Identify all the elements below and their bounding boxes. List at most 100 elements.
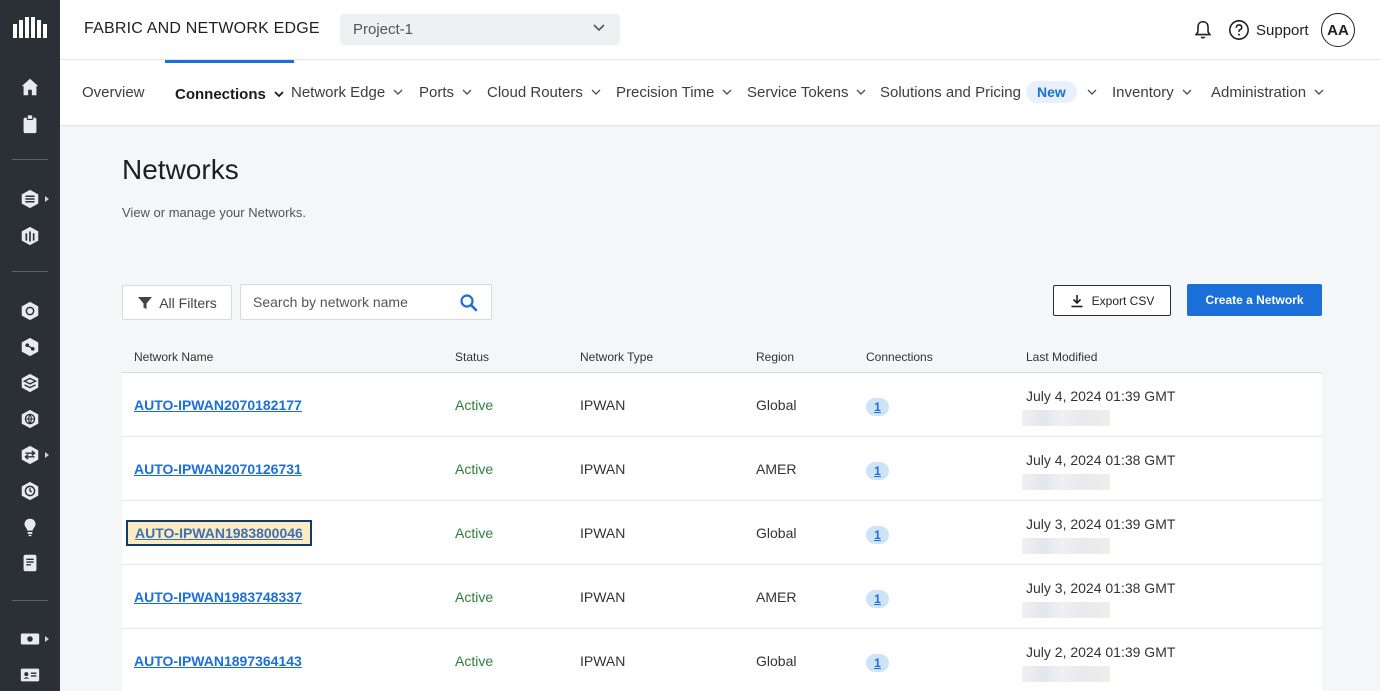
chevron-down-icon <box>722 89 732 95</box>
support-link[interactable]: Support <box>1228 18 1309 42</box>
search-input[interactable] <box>241 285 451 319</box>
region-text: Global <box>756 525 797 541</box>
nav-precision-time[interactable]: Precision Time <box>616 60 732 125</box>
region-text: Global <box>756 397 797 413</box>
table-row: AUTO-IPWAN1983800046 Active IPWAN Global… <box>122 501 1322 565</box>
page-title: Networks <box>122 154 239 185</box>
chevron-down-icon <box>591 89 601 95</box>
chevron-down-icon <box>274 90 284 97</box>
create-network-button[interactable]: Create a Network <box>1187 284 1322 316</box>
all-filters-label: All Filters <box>159 294 217 311</box>
connections-count-link[interactable]: 1 <box>866 462 889 480</box>
table-row: AUTO-IPWAN1983748337 Active IPWAN AMER 1… <box>122 565 1322 629</box>
export-csv-button[interactable]: Export CSV <box>1053 285 1171 316</box>
nav-administration-label: Administration <box>1211 84 1307 101</box>
column-header-connections[interactable]: Connections <box>866 350 933 364</box>
equinix-logo-icon[interactable] <box>12 16 48 42</box>
app-title: FABRIC AND NETWORK EDGE <box>84 20 320 37</box>
support-label: Support <box>1256 21 1309 39</box>
clock-icon[interactable] <box>18 479 42 503</box>
nav-inventory[interactable]: Inventory <box>1112 60 1192 125</box>
page-subtitle: View or manage your Networks. <box>122 205 307 220</box>
new-badge: New <box>1026 81 1077 103</box>
clipboard-icon[interactable] <box>18 112 42 136</box>
nav-solutions-pricing-label: Solutions and Pricing <box>880 84 1021 101</box>
project-selector[interactable]: Project-1 <box>340 14 620 45</box>
nav-precision-time-label: Precision Time <box>616 84 715 101</box>
network-type-text: IPWAN <box>580 525 626 541</box>
column-header-network-name[interactable]: Network Name <box>134 350 213 364</box>
last-modified-text: July 2, 2024 01:39 GMT <box>1026 644 1176 660</box>
network-edge-icon[interactable] <box>18 335 42 359</box>
table-header: Network Name Status Network Type Region … <box>122 341 1322 373</box>
redacted-user <box>1022 666 1110 682</box>
network-name-link[interactable]: AUTO-IPWAN1983748337 <box>134 589 302 605</box>
network-name-link[interactable]: AUTO-IPWAN2070126731 <box>134 461 302 477</box>
network-type-text: IPWAN <box>580 589 626 605</box>
region-text: AMER <box>756 461 797 477</box>
nav-ports[interactable]: Ports <box>419 60 472 125</box>
bell-icon[interactable] <box>1192 19 1214 41</box>
redacted-user <box>1022 602 1110 618</box>
redacted-user <box>1022 474 1110 490</box>
table-row: AUTO-IPWAN2070182177 Active IPWAN Global… <box>122 373 1322 437</box>
nav-cloud-routers[interactable]: Cloud Routers <box>487 60 601 125</box>
column-header-last-modified[interactable]: Last Modified <box>1026 350 1097 364</box>
last-modified-text: July 4, 2024 01:39 GMT <box>1026 388 1176 404</box>
stack-icon[interactable] <box>18 371 42 395</box>
metal-icon[interactable] <box>18 224 42 248</box>
nav-network-edge-label: Network Edge <box>291 84 386 101</box>
chevron-down-icon <box>462 89 472 95</box>
connections-count-link[interactable]: 1 <box>866 654 889 672</box>
nav-overview-label: Overview <box>82 84 145 101</box>
network-name-link[interactable]: AUTO-IPWAN1897364143 <box>134 653 302 669</box>
contact-card-icon[interactable] <box>18 663 42 687</box>
home-icon[interactable] <box>18 75 42 99</box>
network-name-link[interactable]: AUTO-IPWAN1983800046 <box>126 520 312 546</box>
search-box <box>240 284 492 320</box>
redacted-user <box>1022 538 1110 554</box>
column-header-status[interactable]: Status <box>455 350 489 364</box>
fabric-icon[interactable] <box>18 299 42 323</box>
search-icon[interactable] <box>459 293 479 313</box>
column-header-network-type[interactable]: Network Type <box>580 350 653 364</box>
nav-solutions-pricing[interactable]: Solutions and Pricing <box>880 60 1021 125</box>
layers-icon[interactable] <box>18 187 42 211</box>
book-icon[interactable] <box>18 551 42 575</box>
last-modified-text: July 4, 2024 01:38 GMT <box>1026 452 1176 468</box>
export-csv-label: Export CSV <box>1091 293 1155 308</box>
connections-count-link[interactable]: 1 <box>866 526 889 544</box>
network-name-link[interactable]: AUTO-IPWAN2070182177 <box>134 397 302 413</box>
all-filters-button[interactable]: All Filters <box>122 285 232 320</box>
nav-ports-label: Ports <box>419 84 455 101</box>
globe-icon[interactable] <box>18 407 42 431</box>
top-bar: FABRIC AND NETWORK EDGE Project-1 Suppor… <box>60 0 1380 60</box>
chevron-down-icon <box>1314 89 1324 95</box>
networks-table: Network Name Status Network Type Region … <box>122 341 1322 691</box>
avatar[interactable]: AA <box>1321 13 1355 47</box>
status-text: Active <box>455 525 494 541</box>
nav-connections-label: Connections <box>175 85 266 103</box>
connections-count-link[interactable]: 1 <box>866 398 889 416</box>
main-nav: Overview Connections Network Edge Ports … <box>60 60 1380 125</box>
nav-connections[interactable]: Connections <box>165 60 294 125</box>
nav-administration[interactable]: Administration <box>1211 60 1324 125</box>
lightbulb-icon[interactable] <box>18 515 42 539</box>
nav-service-tokens[interactable]: Service Tokens <box>747 60 866 125</box>
connections-count-link[interactable]: 1 <box>866 590 889 608</box>
chevron-down-icon[interactable] <box>1087 89 1097 96</box>
nav-service-tokens-label: Service Tokens <box>747 84 849 101</box>
nav-overview[interactable]: Overview <box>82 60 145 125</box>
exchange-icon[interactable] <box>18 443 42 467</box>
billing-icon[interactable] <box>18 627 42 651</box>
filter-icon <box>138 296 153 309</box>
redacted-user <box>1022 410 1110 426</box>
column-header-region[interactable]: Region <box>756 350 794 364</box>
status-text: Active <box>455 653 494 669</box>
nav-network-edge[interactable]: Network Edge <box>291 60 403 125</box>
last-modified-text: July 3, 2024 01:39 GMT <box>1026 516 1176 532</box>
chevron-down-icon <box>856 89 866 95</box>
chevron-down-icon <box>393 89 403 95</box>
chevron-down-icon <box>593 24 605 32</box>
last-modified-text: July 3, 2024 01:38 GMT <box>1026 580 1176 596</box>
